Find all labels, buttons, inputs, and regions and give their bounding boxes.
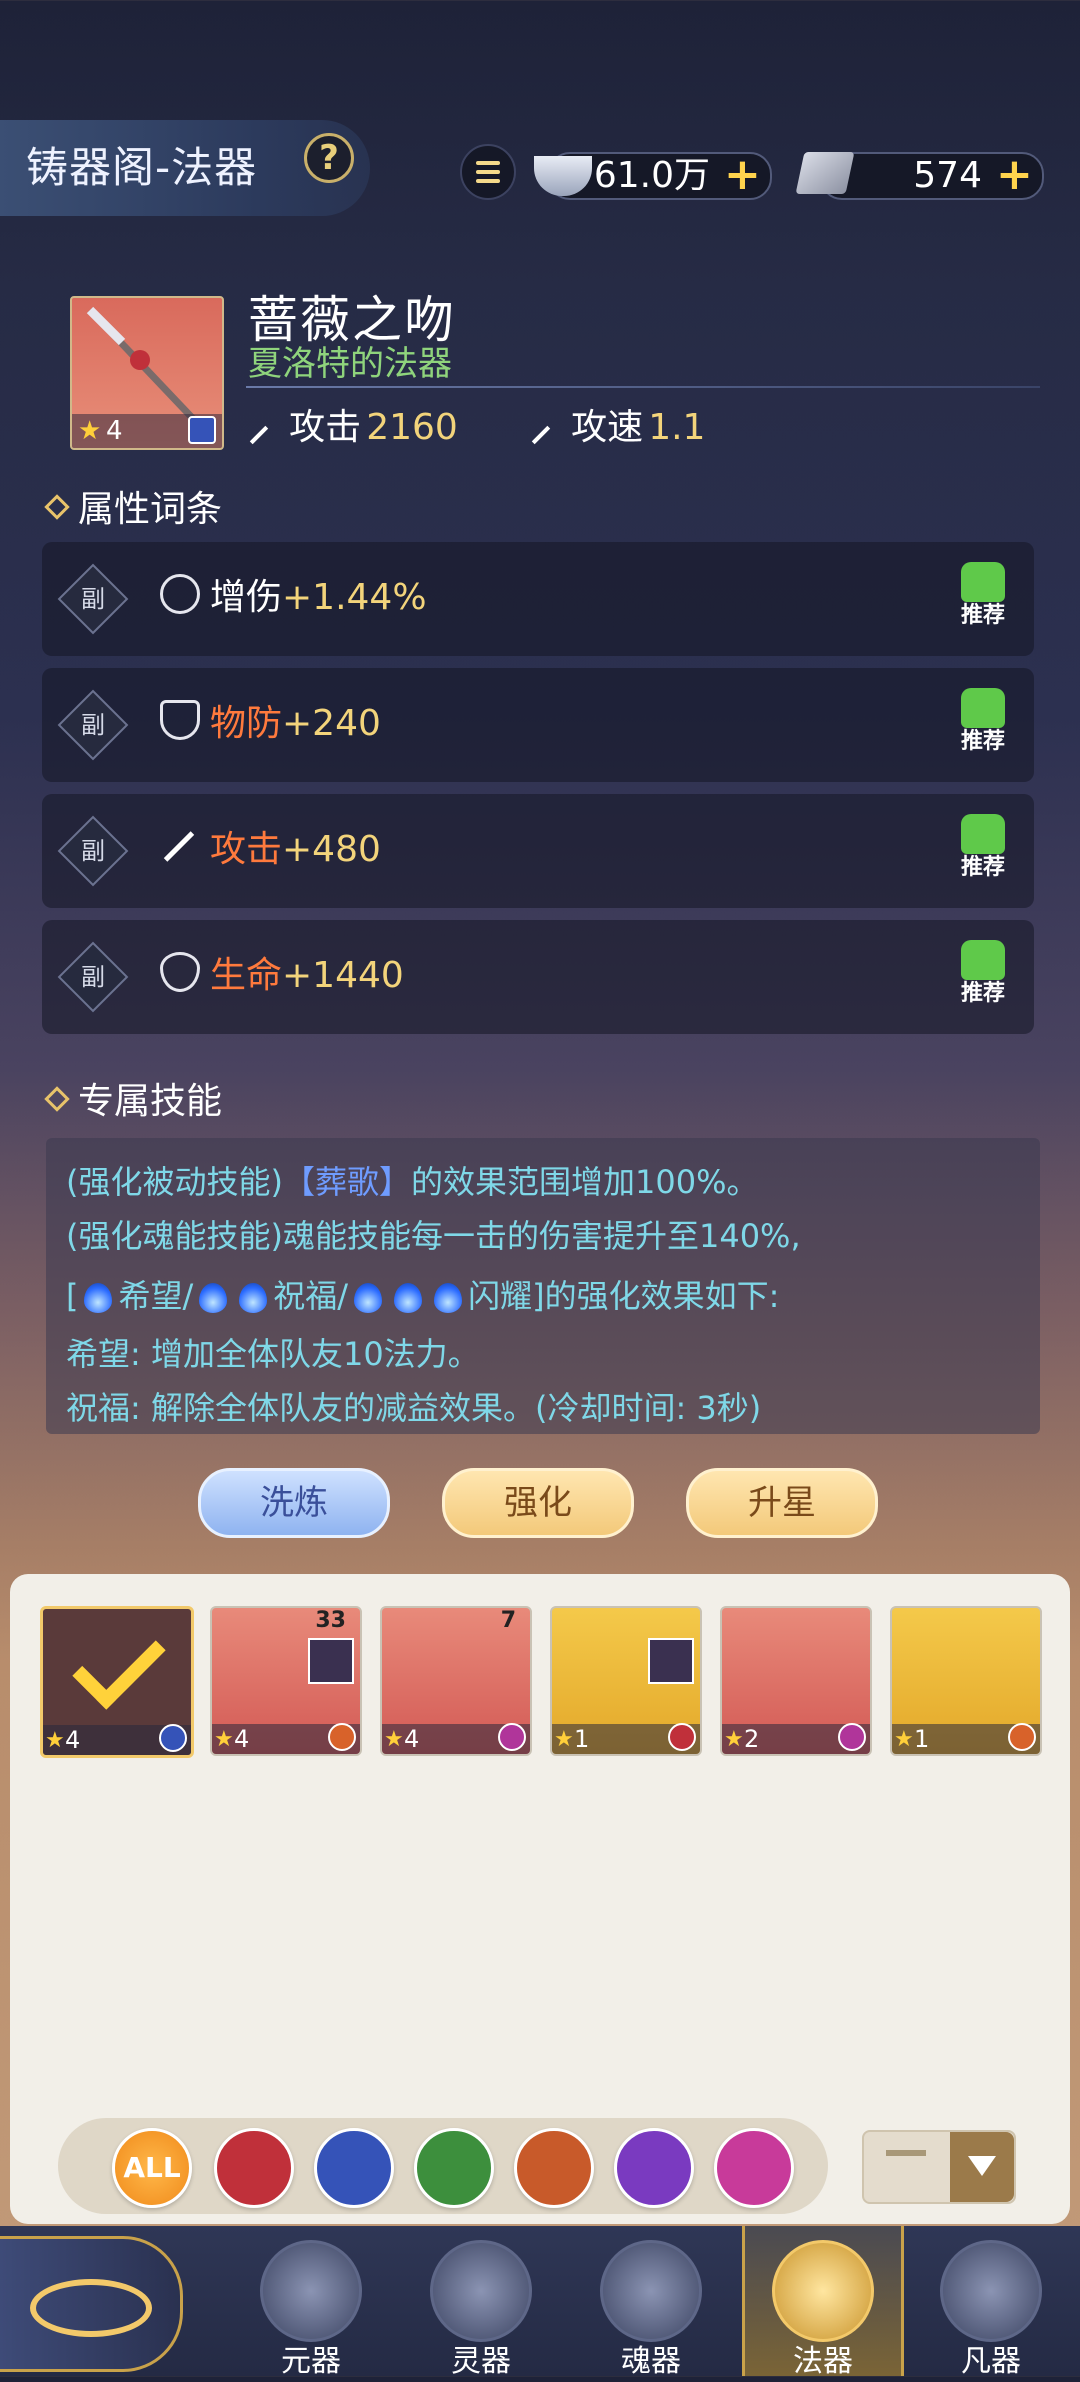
attack-stat: 攻击 2160 [248,398,458,448]
filter-support-icon[interactable] [714,2128,794,2208]
inventory-slot[interactable]: ★ 1 [550,1606,702,1756]
thumbs-up-icon [961,940,1005,980]
ore-amount: 574 [913,155,982,196]
chevron-down-icon[interactable] [950,2132,1014,2202]
list-icon [476,161,500,165]
add-silver-button[interactable]: + [724,153,761,197]
hunqi-icon [600,2240,702,2342]
hero-avatar [648,1638,694,1684]
silver-amount: 61.0万 [593,155,710,196]
add-ore-button[interactable]: + [996,153,1033,197]
recommend-badge: 推荐 [954,562,1012,636]
shield-icon [160,700,200,740]
recommend-badge: 推荐 [954,688,1012,762]
thumbs-up-icon [961,814,1005,854]
lingqi-icon [430,2240,532,2342]
inventory-slot-selected[interactable]: ★ 4 [40,1606,194,1758]
inventory-slot[interactable]: ★ 1 [890,1606,1042,1756]
filter-guardian-icon[interactable] [314,2128,394,2208]
class-icon [328,1723,356,1751]
class-icon [668,1723,696,1751]
nav-item-lingqi[interactable]: 灵器 [396,2226,566,2379]
damage-boost-icon [160,574,200,614]
home-button[interactable] [0,2236,183,2372]
secondary-tag: 副 [57,815,129,887]
ore-currency: 574 + [820,152,1044,200]
secondary-tag: 副 [57,689,129,761]
attribute-row[interactable]: 副 攻击+480 推荐 [42,794,1034,908]
inventory-slot[interactable]: 7 ★ 4 [380,1606,532,1756]
filter-all-button[interactable]: ALL [112,2128,192,2208]
filter-assassin-icon[interactable] [514,2128,594,2208]
class-icon [1008,1723,1036,1751]
refine-button[interactable]: 洗炼 [198,1468,390,1538]
blue-flame-icon [199,1283,228,1313]
attributes-title: 属性词条 [78,489,223,530]
page-title: 铸器阁-法器 [26,143,258,192]
weapon-star-level: 4 [106,416,123,446]
blue-flame-icon [239,1283,268,1313]
filter-mage-icon[interactable] [614,2128,694,2208]
yuanqi-icon [260,2240,362,2342]
weapon-owner: 夏洛特的法器 [248,344,452,384]
nav-item-hunqi[interactable]: 魂器 [566,2226,736,2379]
filter-dropdown[interactable] [862,2130,1016,2204]
check-icon [72,1616,166,1710]
skill-title: 专属技能 [78,1081,223,1122]
attack-value: 2160 [366,407,458,448]
recommend-badge: 推荐 [954,940,1012,1014]
class-icon [838,1723,866,1751]
thumbs-up-icon [961,688,1005,728]
blue-flame-icon [354,1283,383,1313]
attribute-row[interactable]: 副 生命+1440 推荐 [42,920,1034,1034]
inventory-slot[interactable]: ★ 2 [720,1606,872,1756]
sword-icon [249,425,269,444]
nav-item-fanqi[interactable]: 凡器 [906,2226,1076,2379]
star-up-button[interactable]: 升星 [686,1468,878,1538]
heart-icon [160,952,200,992]
inventory-slot[interactable]: 33 ★ 4 [210,1606,362,1756]
speed-stat: 攻速 1.1 [530,398,706,448]
filter-funnel-icon [886,2150,926,2190]
cloud-icon [30,2279,152,2337]
hero-avatar [308,1638,354,1684]
star-icon: ★ [78,416,102,446]
blue-flame-icon [394,1283,423,1313]
fanqi-icon [940,2240,1042,2342]
sword-icon [160,826,200,866]
skill-description: (强化被动技能)【葬歌】的效果范围增加100%。 (强化魂能技能)魂能技能每一击… [46,1138,1040,1434]
divider [246,386,1040,388]
blue-flame-icon [84,1283,113,1313]
help-icon[interactable]: ? [304,133,354,183]
menu-list-button[interactable] [460,144,516,200]
filter-warrior-icon[interactable] [214,2128,294,2208]
speed-value: 1.1 [648,407,706,448]
enhance-button[interactable]: 强化 [442,1468,634,1538]
attribute-row[interactable]: 副 物防+240 推荐 [42,668,1034,782]
secondary-tag: 副 [57,563,129,635]
section-bullet-icon [44,1086,70,1112]
class-icon [188,416,216,444]
attribute-row[interactable]: 副 增伤+1.44% 推荐 [42,542,1034,656]
faqi-icon [772,2240,874,2342]
recommend-badge: 推荐 [954,814,1012,888]
section-bullet-icon [44,494,70,520]
speed-icon [531,425,551,444]
thumbs-up-icon [961,562,1005,602]
nav-item-yuanqi[interactable]: 元器 [226,2226,396,2379]
class-icon [159,1724,187,1752]
blue-flame-icon [434,1283,463,1313]
secondary-tag: 副 [57,941,129,1013]
class-icon [498,1723,526,1751]
ore-icon [795,152,855,194]
weapon-thumbnail: ★ 4 [70,296,224,450]
nav-item-faqi[interactable]: 法器 [742,2226,904,2379]
filter-archer-icon[interactable] [414,2128,494,2208]
